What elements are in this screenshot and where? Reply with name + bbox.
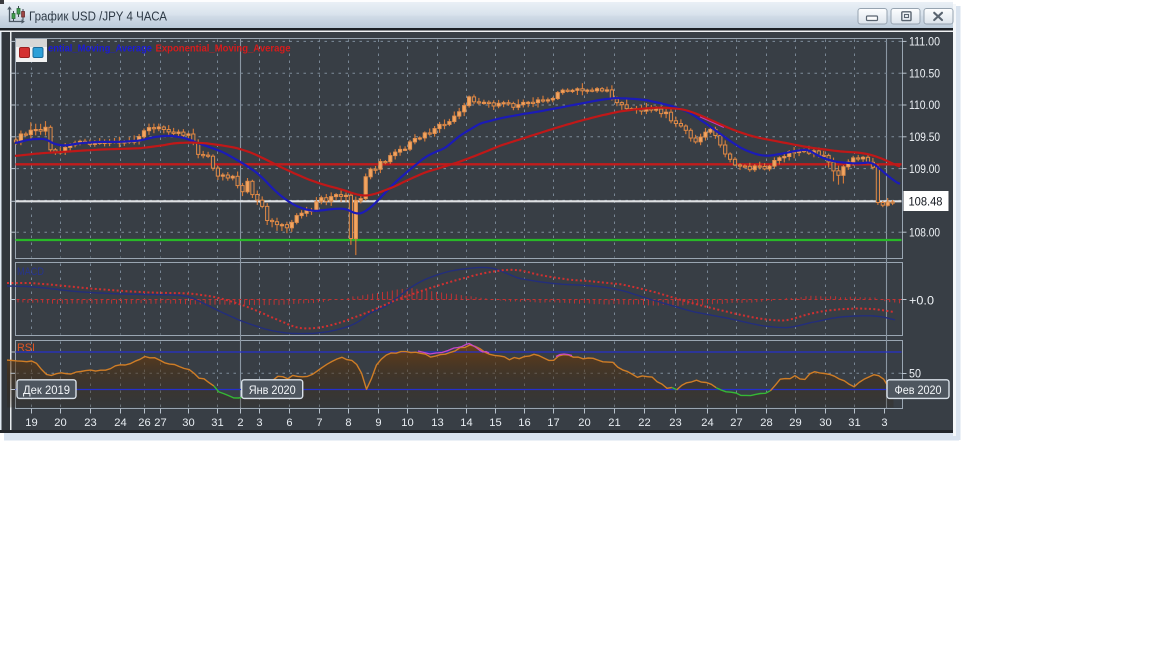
svg-text:27: 27: [730, 417, 742, 429]
svg-text:9: 9: [375, 417, 381, 429]
svg-text:13: 13: [431, 417, 443, 429]
svg-text:8: 8: [345, 417, 351, 429]
svg-text:28: 28: [760, 417, 772, 429]
svg-text:22: 22: [638, 417, 650, 429]
svg-text:3: 3: [256, 417, 262, 429]
svg-text:110.50: 110.50: [909, 66, 940, 80]
svg-text:31: 31: [211, 417, 223, 429]
svg-text:7: 7: [316, 417, 322, 429]
svg-text:10: 10: [401, 417, 413, 429]
svg-text:24: 24: [701, 417, 713, 429]
svg-text:15: 15: [489, 417, 501, 429]
svg-text:109.50: 109.50: [909, 130, 940, 144]
svg-text:20: 20: [54, 417, 66, 429]
svg-text:108.48: 108.48: [909, 195, 943, 209]
svg-text:23: 23: [84, 417, 96, 429]
svg-text:31: 31: [848, 417, 860, 429]
svg-text:ential_Moving_Average: ential_Moving_Average: [48, 43, 152, 55]
svg-text:110.00: 110.00: [909, 98, 940, 112]
svg-text:19: 19: [25, 417, 37, 429]
svg-text:108.00: 108.00: [909, 225, 940, 239]
svg-text:21: 21: [608, 417, 620, 429]
svg-text:Фев 2020: Фев 2020: [895, 383, 942, 397]
svg-text:27: 27: [154, 417, 166, 429]
svg-text:MACD: MACD: [17, 266, 44, 278]
svg-text:16: 16: [518, 417, 530, 429]
svg-text:3: 3: [881, 417, 887, 429]
svg-text:23: 23: [669, 417, 681, 429]
svg-text:6: 6: [286, 417, 292, 429]
svg-text:29: 29: [789, 417, 801, 429]
svg-text:50: 50: [909, 367, 921, 381]
svg-text:30: 30: [182, 417, 194, 429]
svg-text:111.00: 111.00: [909, 35, 940, 49]
svg-text:20: 20: [578, 417, 590, 429]
svg-text:2: 2: [237, 417, 243, 429]
svg-text:Дек 2019: Дек 2019: [23, 383, 70, 397]
svg-text:26: 26: [138, 417, 150, 429]
svg-text:График USD /JPY 4 ЧАСА: График USD /JPY 4 ЧАСА: [29, 9, 167, 24]
svg-text:109.00: 109.00: [909, 162, 940, 176]
svg-text:Exponential_Moving_Average: Exponential_Moving_Average: [156, 43, 291, 55]
svg-text:24: 24: [114, 417, 126, 429]
svg-text:30: 30: [819, 417, 831, 429]
svg-text:Янв 2020: Янв 2020: [249, 383, 296, 397]
svg-text:+0.0: +0.0: [909, 294, 934, 308]
svg-text:14: 14: [460, 417, 472, 429]
svg-text:17: 17: [547, 417, 559, 429]
